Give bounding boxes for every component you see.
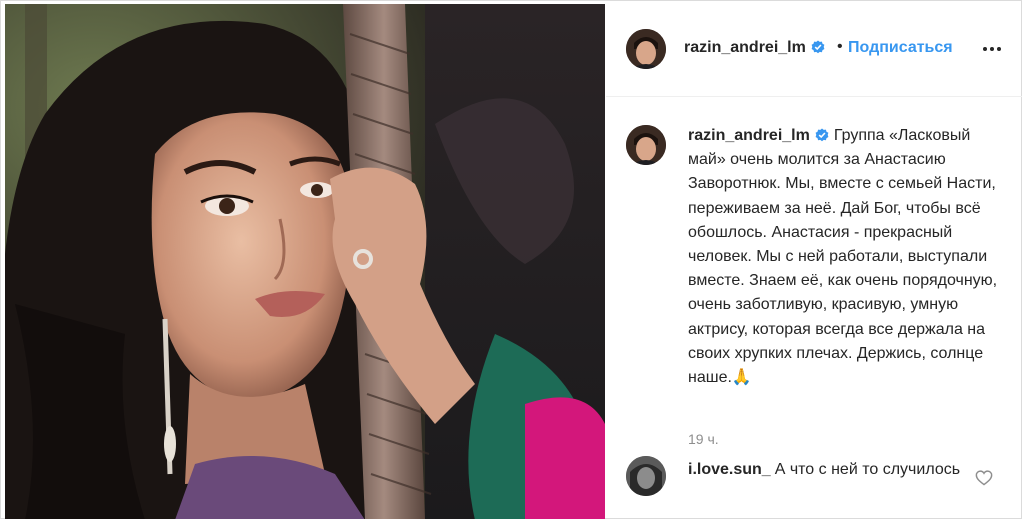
more-options-icon[interactable] <box>980 39 1004 59</box>
avatar-image <box>626 456 666 496</box>
post-timestamp[interactable]: 19 ч. <box>688 431 719 447</box>
caption-text: Группа «Ласковый май» очень молится за А… <box>688 127 998 387</box>
post-container: razin_andrei_lm • Подписаться razin_andr… <box>0 0 1022 519</box>
commenter-avatar[interactable] <box>626 456 666 496</box>
comment-item: i.love.sun_ А что с ней то случилось <box>688 458 978 482</box>
author-avatar[interactable] <box>626 29 666 69</box>
post-caption: razin_andrei_lm Группа «Ласковый май» оче… <box>688 124 1006 390</box>
caption-author-avatar[interactable] <box>626 125 666 165</box>
follow-button[interactable]: Подписаться <box>848 39 953 57</box>
post-header: razin_andrei_lm • Подписаться <box>606 1 1022 97</box>
portrait-photo <box>5 4 605 519</box>
comment-text: А что с ней то случилось <box>774 461 961 478</box>
avatar-image <box>626 29 666 69</box>
heart-icon[interactable] <box>975 470 993 486</box>
avatar-image <box>626 125 666 165</box>
separator-dot: • <box>837 38 843 55</box>
author-username[interactable]: razin_andrei_lm <box>684 39 806 56</box>
caption-username[interactable]: razin_andrei_lm <box>688 127 810 144</box>
verified-badge-icon <box>811 40 825 54</box>
post-image[interactable] <box>5 4 605 519</box>
author-username-link[interactable]: razin_andrei_lm <box>684 39 825 57</box>
verified-badge-icon <box>815 128 829 142</box>
comment-username[interactable]: i.love.sun_ <box>688 461 771 478</box>
post-sidebar: razin_andrei_lm • Подписаться razin_andr… <box>606 1 1022 519</box>
